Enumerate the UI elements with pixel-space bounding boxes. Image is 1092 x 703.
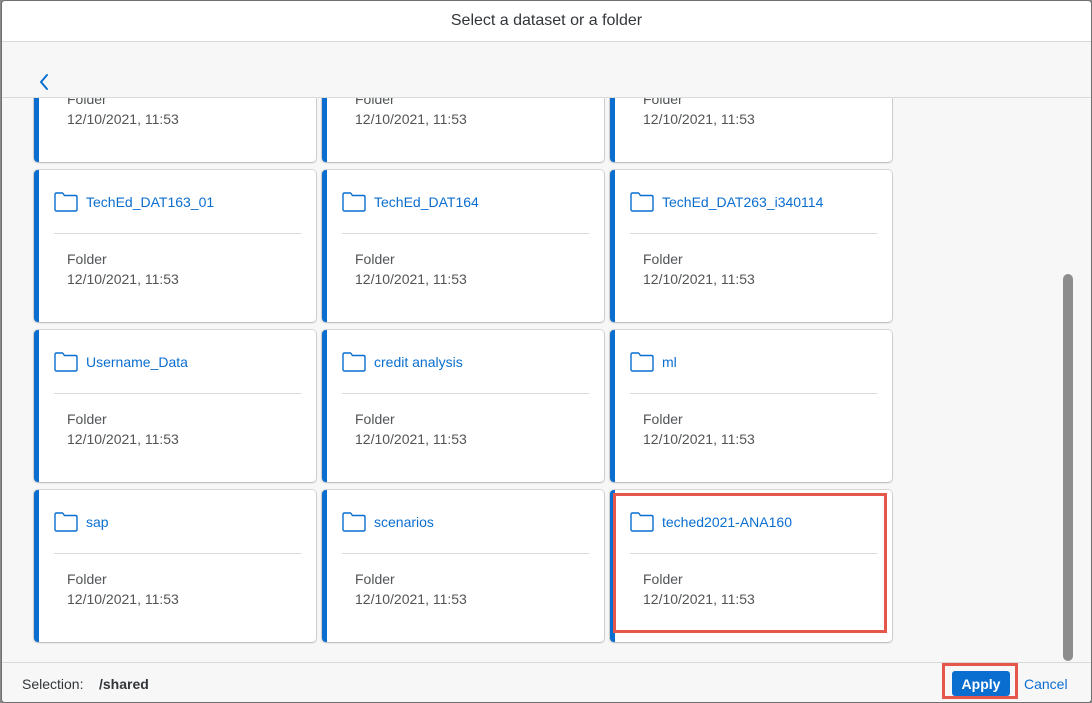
folder-icon: [54, 191, 78, 212]
folder-icon: [630, 191, 654, 212]
folder-card[interactable]: sap Folder 12/10/2021, 11:53: [34, 490, 316, 642]
selection-value: /shared: [99, 676, 149, 692]
folder-type: Folder: [67, 411, 107, 427]
folder-grid: Folder 12/10/2021, 11:53 Folder 12/10/2021,…: [34, 98, 892, 642]
folder-name[interactable]: ml: [662, 354, 677, 370]
folder-card-header: TechEd_DAT163_01: [54, 170, 301, 234]
folder-card-header: sap: [54, 490, 301, 554]
folder-card-header: TechEd_DAT263_i340114: [630, 170, 877, 234]
folder-modified-date: 12/10/2021, 11:53: [355, 431, 467, 447]
apply-button[interactable]: Apply: [952, 671, 1010, 696]
dialog-footer: Selection: /shared Apply Cancel: [2, 662, 1091, 702]
folder-card[interactable]: TechEd_DAT164 Folder 12/10/2021, 11:53: [322, 170, 604, 322]
folder-card[interactable]: TechEd_DAT163_01 Folder 12/10/2021, 11:53: [34, 170, 316, 322]
folder-type: Folder: [355, 98, 395, 107]
folder-card[interactable]: scenarios Folder 12/10/2021, 11:53: [322, 490, 604, 642]
folder-type: Folder: [643, 411, 683, 427]
folder-type: Folder: [67, 571, 107, 587]
folder-card[interactable]: TechEd_DAT263_i340114 Folder 12/10/2021, 1…: [610, 170, 892, 322]
folder-type: Folder: [355, 411, 395, 427]
folder-name[interactable]: TechEd_DAT163_01: [86, 194, 214, 210]
folder-modified-date: 12/10/2021, 11:53: [643, 591, 755, 607]
folder-name[interactable]: Username_Data: [86, 354, 188, 370]
folder-card-header: teched2021-ANA160: [630, 490, 877, 554]
folder-icon: [630, 511, 654, 532]
folder-card[interactable]: ml Folder 12/10/2021, 11:53: [610, 330, 892, 482]
folder-card[interactable]: teched2021-ANA160 Folder 12/10/2021, 11:53: [610, 490, 892, 642]
folder-modified-date: 12/10/2021, 11:53: [643, 271, 755, 287]
folder-type: Folder: [355, 251, 395, 267]
folder-icon: [342, 511, 366, 532]
folder-list-area: Folder 12/10/2021, 11:53 Folder 12/10/2021,…: [2, 98, 1058, 661]
folder-card-header: credit analysis: [342, 330, 589, 394]
folder-name[interactable]: TechEd_DAT263_i340114: [662, 194, 823, 210]
folder-name[interactable]: TechEd_DAT164: [374, 194, 479, 210]
folder-card-header: scenarios: [342, 490, 589, 554]
folder-card-header: Username_Data: [54, 330, 301, 394]
folder-modified-date: 12/10/2021, 11:53: [643, 111, 755, 127]
folder-name[interactable]: sap: [86, 514, 109, 530]
folder-card-header: TechEd_DAT164: [342, 170, 589, 234]
folder-card-header: ml: [630, 330, 877, 394]
folder-card[interactable]: Folder 12/10/2021, 11:53: [322, 98, 604, 162]
folder-card[interactable]: Username_Data Folder 12/10/2021, 11:53: [34, 330, 316, 482]
back-button[interactable]: [32, 70, 56, 94]
folder-icon: [342, 351, 366, 372]
folder-modified-date: 12/10/2021, 11:53: [67, 111, 179, 127]
folder-type: Folder: [643, 98, 683, 107]
vertical-scrollbar[interactable]: [1060, 98, 1084, 661]
dialog-title: Select a dataset or a folder: [2, 1, 1091, 42]
folder-modified-date: 12/10/2021, 11:53: [355, 271, 467, 287]
folder-modified-date: 12/10/2021, 11:53: [67, 431, 179, 447]
navigation-bar: [2, 42, 1091, 98]
folder-icon: [54, 511, 78, 532]
folder-type: Folder: [67, 98, 107, 107]
selection-label: Selection:: [22, 676, 84, 692]
folder-icon: [342, 191, 366, 212]
folder-type: Folder: [643, 571, 683, 587]
scrollbar-thumb[interactable]: [1063, 274, 1073, 661]
folder-name[interactable]: credit analysis: [374, 354, 463, 370]
folder-type: Folder: [355, 571, 395, 587]
cancel-button[interactable]: Cancel: [1024, 676, 1068, 692]
folder-icon: [630, 351, 654, 372]
chevron-left-icon: [40, 74, 48, 90]
folder-name[interactable]: scenarios: [374, 514, 434, 530]
folder-modified-date: 12/10/2021, 11:53: [643, 431, 755, 447]
dataset-picker-dialog: Select a dataset or a folder Folder 12/10…: [1, 0, 1092, 703]
folder-modified-date: 12/10/2021, 11:53: [355, 591, 467, 607]
folder-modified-date: 12/10/2021, 11:53: [67, 591, 179, 607]
folder-modified-date: 12/10/2021, 11:53: [67, 271, 179, 287]
folder-type: Folder: [67, 251, 107, 267]
folder-card[interactable]: credit analysis Folder 12/10/2021, 11:53: [322, 330, 604, 482]
folder-modified-date: 12/10/2021, 11:53: [355, 111, 467, 127]
folder-name[interactable]: teched2021-ANA160: [662, 514, 792, 530]
folder-icon: [54, 351, 78, 372]
folder-card[interactable]: Folder 12/10/2021, 11:53: [610, 98, 892, 162]
folder-card[interactable]: Folder 12/10/2021, 11:53: [34, 98, 316, 162]
folder-type: Folder: [643, 251, 683, 267]
